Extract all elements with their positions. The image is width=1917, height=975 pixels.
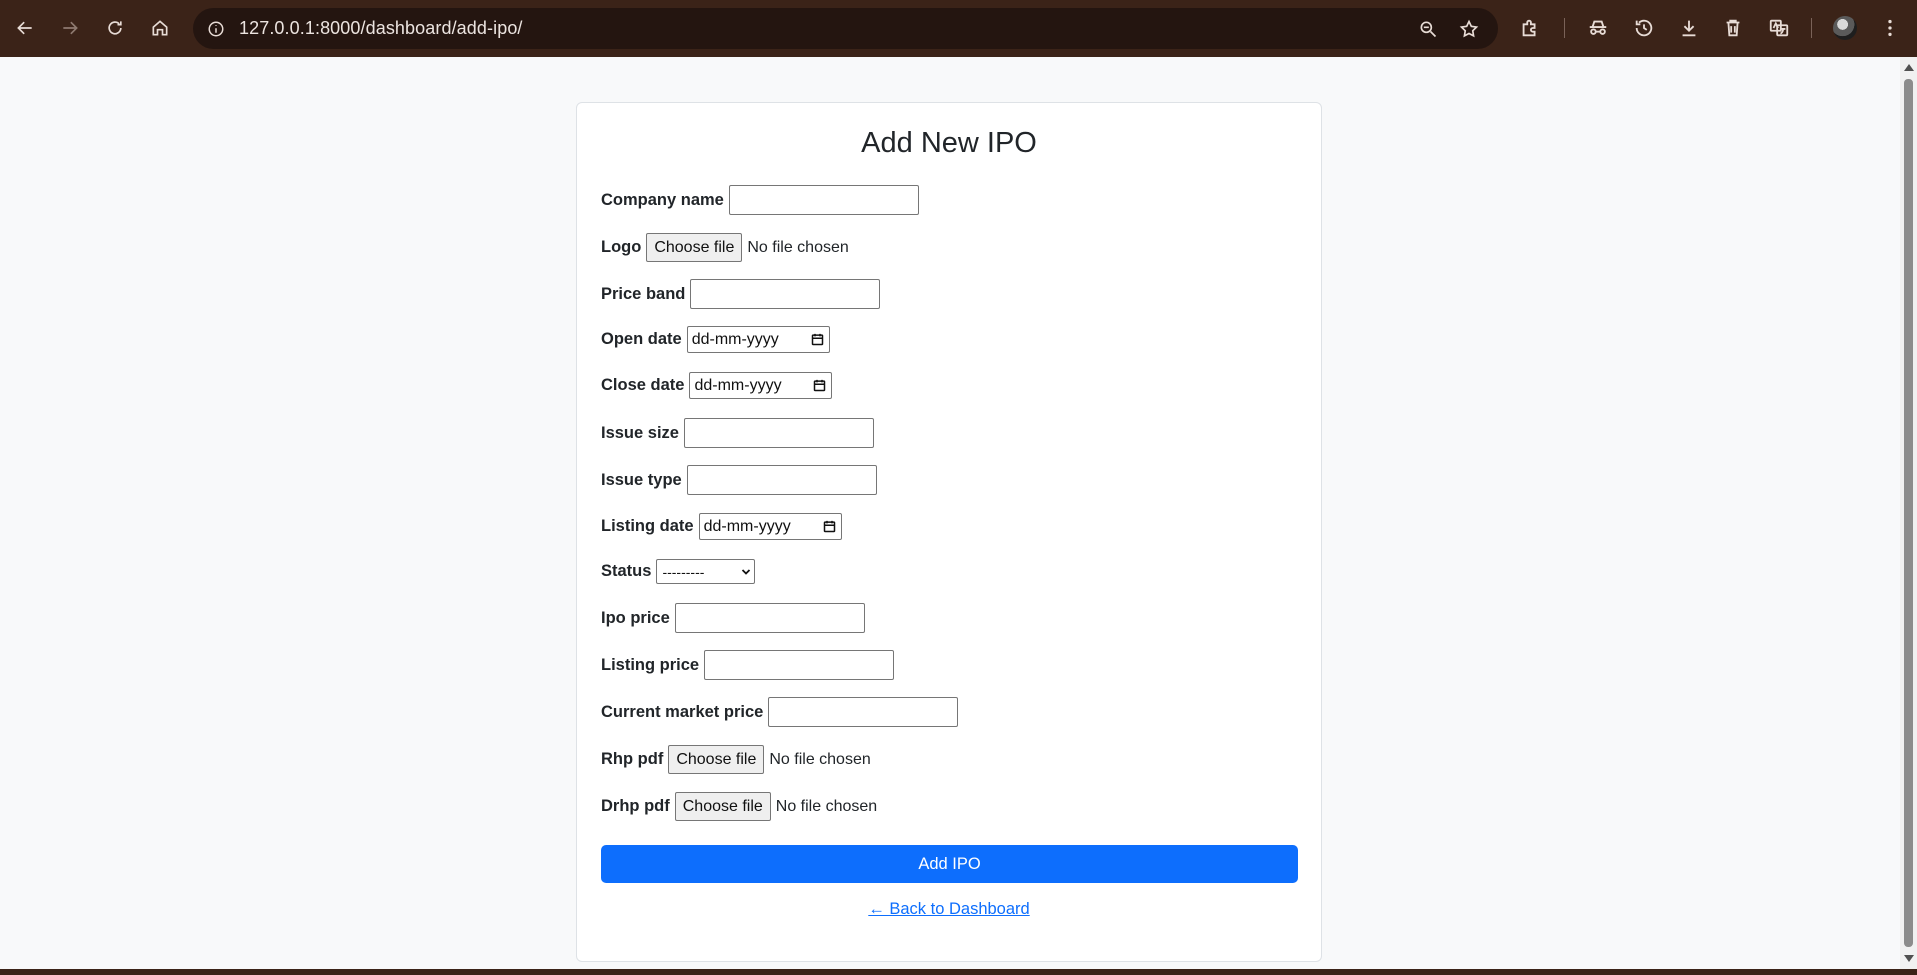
window-bottom-edge <box>0 969 1917 975</box>
ipo-price-label: Ipo price <box>601 608 670 627</box>
rhp-pdf-label: Rhp pdf <box>601 750 664 768</box>
company-name-input[interactable] <box>728 185 919 215</box>
add-ipo-button[interactable]: Add IPO <box>601 845 1298 883</box>
company-name-label: Company name <box>601 190 724 209</box>
listing-price-input[interactable] <box>704 650 895 680</box>
listing-price-label: Listing price <box>601 655 700 674</box>
status-label: Status <box>601 562 652 580</box>
close-date-input[interactable]: dd-mm-yyyy <box>689 372 833 399</box>
home-icon[interactable] <box>144 12 176 44</box>
current-market-price-input[interactable] <box>768 697 959 727</box>
rhp-pdf-file-status: No file chosen <box>769 750 871 768</box>
status-select[interactable]: --------- <box>656 559 756 584</box>
translate-icon[interactable] <box>1763 12 1795 44</box>
price-band-row: Price band <box>601 279 881 309</box>
forward-arrow-icon[interactable] <box>54 12 86 44</box>
kebab-menu-icon[interactable] <box>1874 12 1906 44</box>
scrollbar-thumb[interactable] <box>1904 79 1913 947</box>
issue-size-input[interactable] <box>683 418 874 448</box>
status-row: Status --------- <box>601 559 756 584</box>
logo-file-status: No file chosen <box>747 238 849 256</box>
drhp-pdf-row: Drhp pdf Choose file No file chosen <box>601 792 877 821</box>
profile-avatar[interactable] <box>1833 16 1857 40</box>
company-name-row: Company name <box>601 185 919 215</box>
close-date-row: Close date dd-mm-yyyy <box>601 372 833 399</box>
issue-type-input[interactable] <box>686 465 877 495</box>
rhp-pdf-choose-file-button[interactable]: Choose file <box>668 745 765 774</box>
open-date-input[interactable]: dd-mm-yyyy <box>686 326 830 353</box>
ipo-price-row: Ipo price <box>601 603 865 633</box>
download-icon[interactable] <box>1673 12 1705 44</box>
history-icon[interactable] <box>1628 12 1660 44</box>
open-date-row: Open date dd-mm-yyyy <box>601 326 830 353</box>
listing-date-row: Listing date dd-mm-yyyy <box>601 513 842 540</box>
status-selected-value: --------- <box>662 563 705 580</box>
scroll-up-arrow-icon[interactable] <box>1904 64 1914 71</box>
current-market-price-row: Current market price <box>601 697 959 727</box>
current-market-price-label: Current market price <box>601 702 764 721</box>
price-band-input[interactable] <box>690 279 881 309</box>
star-icon[interactable] <box>1456 16 1482 42</box>
open-date-placeholder: dd-mm-yyyy <box>691 330 779 348</box>
issue-type-row: Issue type <box>601 465 877 495</box>
drhp-pdf-label: Drhp pdf <box>601 797 670 815</box>
calendar-icon[interactable] <box>812 378 827 393</box>
back-to-dashboard-link[interactable]: ← Back to Dashboard <box>577 900 1321 919</box>
rhp-pdf-row: Rhp pdf Choose file No file chosen <box>601 745 871 774</box>
listing-date-placeholder: dd-mm-yyyy <box>703 517 791 535</box>
scroll-down-arrow-icon[interactable] <box>1904 955 1914 962</box>
price-band-label: Price band <box>601 284 686 303</box>
info-icon[interactable] <box>203 16 229 42</box>
calendar-icon[interactable] <box>822 519 837 534</box>
incognito-icon[interactable] <box>1582 12 1614 44</box>
logo-label: Logo <box>601 238 642 256</box>
open-date-label: Open date <box>601 330 682 348</box>
issue-size-row: Issue size <box>601 418 874 448</box>
logo-choose-file-button[interactable]: Choose file <box>646 233 743 262</box>
reload-icon[interactable] <box>99 12 131 44</box>
ipo-price-input[interactable] <box>674 603 865 633</box>
chevron-down-icon <box>742 568 751 575</box>
zoom-icon[interactable] <box>1415 16 1441 42</box>
page-title: Add New IPO <box>861 127 1037 159</box>
listing-date-label: Listing date <box>601 517 694 535</box>
issue-type-label: Issue type <box>601 470 682 489</box>
back-arrow-icon[interactable] <box>9 12 41 44</box>
listing-date-input[interactable]: dd-mm-yyyy <box>698 513 842 540</box>
close-date-label: Close date <box>601 376 685 394</box>
listing-price-row: Listing price <box>601 650 895 680</box>
trash-icon[interactable] <box>1717 12 1749 44</box>
page-scrollbar[interactable] <box>1900 57 1917 969</box>
logo-row: Logo Choose file No file chosen <box>601 233 849 262</box>
browser-toolbar: 127.0.0.1:8000/dashboard/add-ipo/ <box>0 0 1917 57</box>
drhp-pdf-choose-file-button[interactable]: Choose file <box>674 792 771 821</box>
puzzle-icon[interactable] <box>1514 12 1546 44</box>
address-bar[interactable]: 127.0.0.1:8000/dashboard/add-ipo/ <box>193 8 1498 49</box>
drhp-pdf-file-status: No file chosen <box>775 797 878 815</box>
close-date-placeholder: dd-mm-yyyy <box>694 376 782 394</box>
url-text[interactable]: 127.0.0.1:8000/dashboard/add-ipo/ <box>239 18 523 39</box>
add-ipo-card: Add New IPO Company name Logo Choose fil… <box>576 102 1322 962</box>
issue-size-label: Issue size <box>601 423 679 442</box>
calendar-icon[interactable] <box>810 332 825 347</box>
